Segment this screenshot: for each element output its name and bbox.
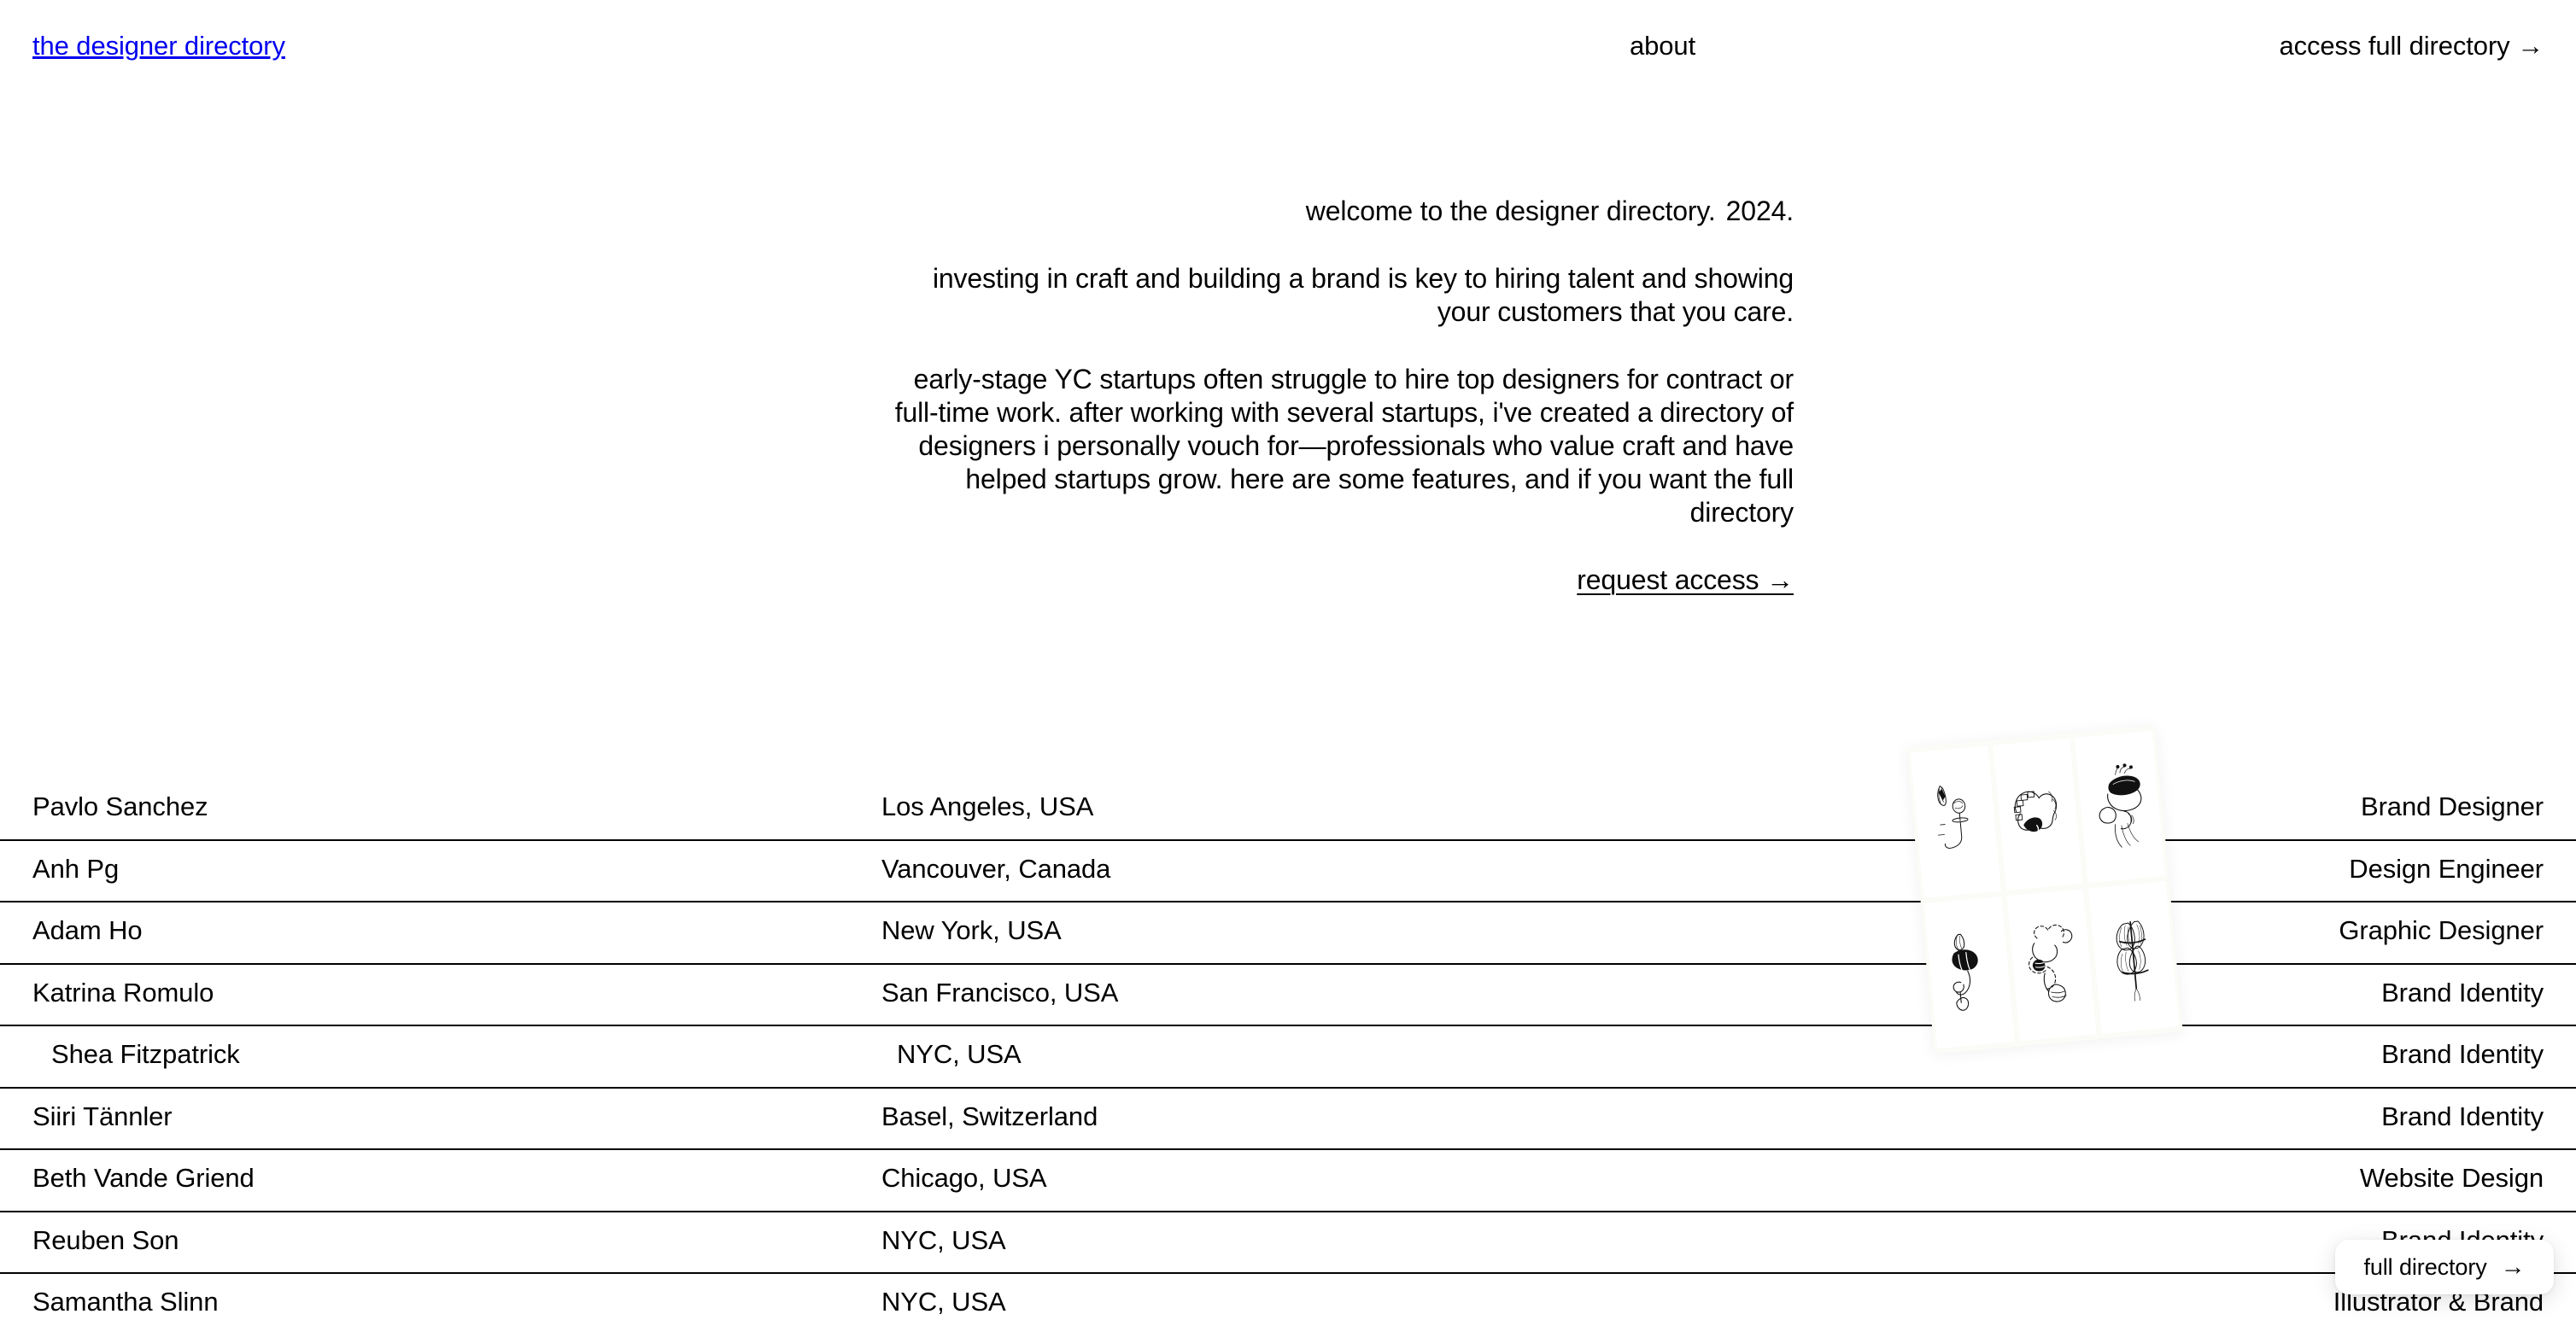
designer-name: Samantha Slinn [32,1287,219,1317]
table-row[interactable]: Anh Pg Vancouver, Canada Design Engineer [0,841,2576,902]
designer-role: Brand Identity [2381,977,2544,1008]
table-row[interactable]: Siiri Tännler Basel, Switzerland Brand Ide… [0,1089,2576,1150]
designer-location: New York, USA [881,915,1062,945]
designer-role: Brand Designer [2361,791,2544,821]
designer-role: Brand Identity [2381,1039,2544,1069]
preview-thumbnail-6 [2088,881,2180,1034]
designer-location: Vancouver, Canada [881,853,1111,884]
designer-location: NYC, USA [897,1039,1022,1069]
intro-welcome: welcome to the designer directory. 2024. [888,195,1794,228]
designer-name: Shea Fitzpatrick [51,1039,240,1069]
designer-name: Pavlo Sanchez [32,791,208,821]
designer-name: Reuben Son [32,1224,179,1255]
page-root: the designer directory about access full… [0,0,2576,1320]
designer-name: Beth Vande Griend [32,1163,255,1193]
designer-name: Adam Ho [32,915,143,945]
table-row[interactable]: Samantha Slinn NYC, USA Illustrator & Bran… [0,1274,2576,1320]
table-row[interactable]: Reuben SonNYC, USABrand Identity [0,1212,2576,1274]
intro-cta-wrap: request access → [888,564,1794,597]
preview-thumbnail-3 [2075,730,2166,884]
site-brand[interactable]: the designer directory [32,32,285,59]
request-access-link[interactable]: request access → [1577,564,1794,597]
designer-work-preview-card [1906,725,2183,1054]
full-directory-pill-label: full directory [2363,1253,2487,1280]
table-row[interactable]: Shea Fitzpatrick NYC, USA Brand Identity [0,1026,2576,1089]
preview-thumbnail-1 [1910,745,2001,898]
designer-name: Anh Pg [32,853,120,884]
designer-role: Design Engineer [2349,853,2544,884]
designer-role: Website Design [2359,1163,2544,1193]
preview-thumbnail-4 [1923,896,2015,1049]
designer-location: Chicago, USA [881,1163,1047,1193]
table-row[interactable]: Adam Ho New York, USA Graphic Designer [0,902,2576,965]
table-row[interactable]: Pavlo Sanchez Los Angeles, USA Brand Desig… [0,779,2576,841]
preview-thumbnail-2 [1993,738,2083,891]
intro-paragraph-2: early-stage YC startups often struggle t… [894,364,1794,528]
intro-block: welcome to the designer directory. 2024. … [888,195,1794,597]
table-row[interactable]: Beth Vande Griend Chicago, USA Website Des… [0,1150,2576,1212]
designer-location: San Francisco, USA [881,977,1119,1008]
preview-image-grid [1910,730,2180,1049]
designer-role: Graphic Designer [2339,915,2544,945]
preview-thumbnail-5 [2006,888,2097,1042]
designer-location: Basel, Switzerland [881,1101,1098,1131]
table-row[interactable]: Katrina Romulo San Francisco, USA Brand Id… [0,965,2576,1026]
full-directory-pill-button[interactable]: full directory → [2335,1240,2554,1294]
designer-role: Brand Identity [2381,1101,2544,1131]
intro-spacer-1 [888,228,1794,262]
intro-spacer-2 [888,329,1794,363]
designer-name: Siiri Tännler [32,1101,173,1131]
designer-location: Los Angeles, USA [881,791,1094,821]
arrow-right-icon: → [2500,1253,2526,1281]
intro-paragraph-1: investing in craft and building a brand … [932,263,1794,327]
designer-directory-table: Pavlo Sanchez Los Angeles, USA Brand Desig… [0,779,2576,1320]
intro-year: 2024. [1725,196,1794,226]
designer-name: Katrina Romulo [32,977,214,1008]
nav-item-about[interactable]: about [1630,32,1695,59]
designer-location: NYC, USA [881,1287,1006,1317]
site-header: the designer directory about access full… [0,0,2576,96]
nav-item-access-full-directory[interactable]: access full directory → [2279,32,2544,59]
intro-welcome-text: welcome to the designer directory. [1305,196,1716,226]
designer-location: NYC, USA [881,1224,1006,1255]
